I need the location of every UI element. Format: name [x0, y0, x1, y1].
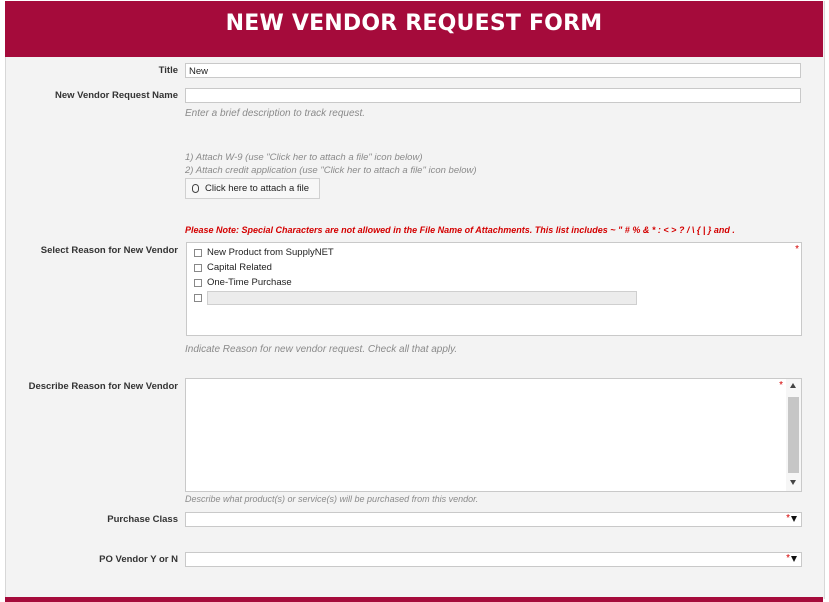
po-vendor-select[interactable]: * [185, 552, 802, 567]
po-vendor-label: PO Vendor Y or N [99, 554, 178, 565]
purchase-class-required-mark: * [786, 513, 790, 524]
scroll-thumb[interactable] [788, 397, 799, 473]
describe-hint: Describe what product(s) or service(s) w… [185, 494, 479, 504]
reason-option-label: One-Time Purchase [207, 277, 292, 288]
attach-instruction-2: 2) Attach credit application (use "Click… [185, 165, 477, 176]
reason-option-other[interactable] [194, 291, 637, 305]
scroll-down-icon[interactable] [790, 480, 796, 485]
checkbox[interactable] [194, 294, 202, 302]
reason-hint: Indicate Reason for new vendor request. … [185, 344, 458, 355]
reason-option-new-product[interactable]: New Product from SupplyNET [194, 247, 334, 258]
request-name-hint: Enter a brief description to track reque… [185, 108, 366, 119]
describe-label: Describe Reason for New Vendor [28, 381, 178, 392]
describe-required-mark: * [779, 380, 783, 391]
reason-option-label: Capital Related [207, 262, 272, 273]
dropdown-arrow-icon[interactable] [791, 515, 797, 522]
attach-file-button[interactable]: Click here to attach a file [185, 178, 320, 199]
dropdown-arrow-icon[interactable] [791, 555, 797, 562]
form-title: NEW VENDOR REQUEST FORM [225, 11, 603, 36]
paperclip-icon [192, 184, 199, 193]
form-header: NEW VENDOR REQUEST FORM [5, 1, 823, 57]
special-characters-note: Please Note: Special Characters are not … [185, 225, 735, 235]
reason-option-one-time[interactable]: One-Time Purchase [194, 277, 292, 288]
reason-option-label: New Product from SupplyNET [207, 247, 334, 258]
reason-other-input[interactable] [207, 291, 637, 305]
scroll-up-icon[interactable] [790, 383, 796, 388]
reason-label: Select Reason for New Vendor [40, 245, 178, 256]
scrollbar[interactable] [786, 379, 801, 491]
title-label: Title [158, 65, 178, 76]
reason-required-mark: * [795, 244, 799, 255]
title-input[interactable]: New [185, 63, 801, 78]
attach-instruction-1: 1) Attach W-9 (use "Click her to attach … [185, 152, 423, 163]
request-name-label: New Vendor Request Name [54, 90, 178, 101]
checkbox[interactable] [194, 248, 202, 257]
po-vendor-required-mark: * [786, 553, 790, 564]
reason-option-capital[interactable]: Capital Related [194, 262, 272, 273]
describe-textarea[interactable]: * [185, 378, 802, 492]
purchase-class-label: Purchase Class [107, 514, 178, 525]
purchase-class-select[interactable]: * [185, 512, 802, 527]
checkbox[interactable] [194, 263, 202, 272]
attach-file-label: Click here to attach a file [205, 183, 310, 194]
request-name-input[interactable] [185, 88, 801, 103]
checkbox[interactable] [194, 278, 202, 287]
reason-checkbox-group: * New Product from SupplyNET Capital Rel… [186, 242, 802, 336]
footer-bar [5, 597, 823, 602]
